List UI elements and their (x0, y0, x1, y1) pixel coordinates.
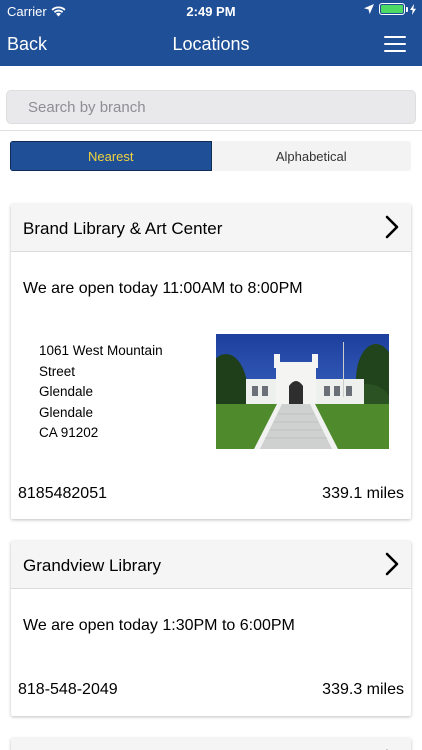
search-area (0, 66, 422, 131)
navigation-bar: Back Locations (0, 22, 422, 66)
location-card-header[interactable] (11, 738, 411, 750)
location-arrow-icon (364, 4, 374, 14)
status-right (364, 3, 416, 15)
chevron-right-icon (385, 215, 399, 239)
location-card[interactable] (11, 738, 411, 750)
battery-icon (379, 3, 408, 15)
location-card[interactable]: Brand Library & Art Center We are open t… (11, 204, 411, 519)
distance: 339.1 miles (322, 485, 404, 502)
chevron-right-icon (385, 552, 399, 576)
charging-bolt-icon (410, 3, 416, 15)
phone-number[interactable]: 818-548-2049 (18, 681, 118, 699)
top-bar: Carrier 2:49 PM Back Locations (0, 0, 422, 66)
library-photo (216, 334, 389, 449)
search-input[interactable] (7, 91, 415, 123)
address-line: Glendale (39, 384, 94, 399)
opening-hours: We are open today 1:30PM to 6:00PM (23, 617, 295, 634)
phone-number[interactable]: 8185482051 (18, 485, 107, 503)
address-line: Glendale (39, 404, 94, 420)
distance: 339.3 miles (322, 681, 404, 698)
location-card-header[interactable]: Grandview Library (11, 541, 411, 589)
address-line: CA 91202 (39, 425, 99, 440)
page-title: Locations (172, 34, 250, 54)
opening-hours: We are open today 11:00AM to 8:00PM (23, 280, 303, 297)
address-line: Street (39, 363, 76, 379)
location-card[interactable]: Grandview Library We are open today 1:30… (11, 541, 411, 716)
location-name: Brand Library & Art Center (23, 219, 223, 238)
location-card-header[interactable]: Brand Library & Art Center (11, 204, 411, 252)
sort-segmented-control: Nearest Alphabetical (10, 141, 411, 171)
status-time: 2:49 PM (186, 4, 236, 19)
segment-alphabetical[interactable]: Alphabetical (212, 141, 412, 171)
location-name: Grandview Library (23, 556, 161, 575)
search-box[interactable] (6, 90, 416, 124)
location-address: 1061 West Mountain Street Glendale Glend… (39, 341, 163, 444)
address-line: 1061 West Mountain (39, 343, 163, 358)
status-bar: Carrier 2:49 PM (0, 0, 422, 22)
segment-nearest[interactable]: Nearest (10, 141, 212, 171)
hamburger-menu-icon[interactable] (384, 36, 406, 52)
